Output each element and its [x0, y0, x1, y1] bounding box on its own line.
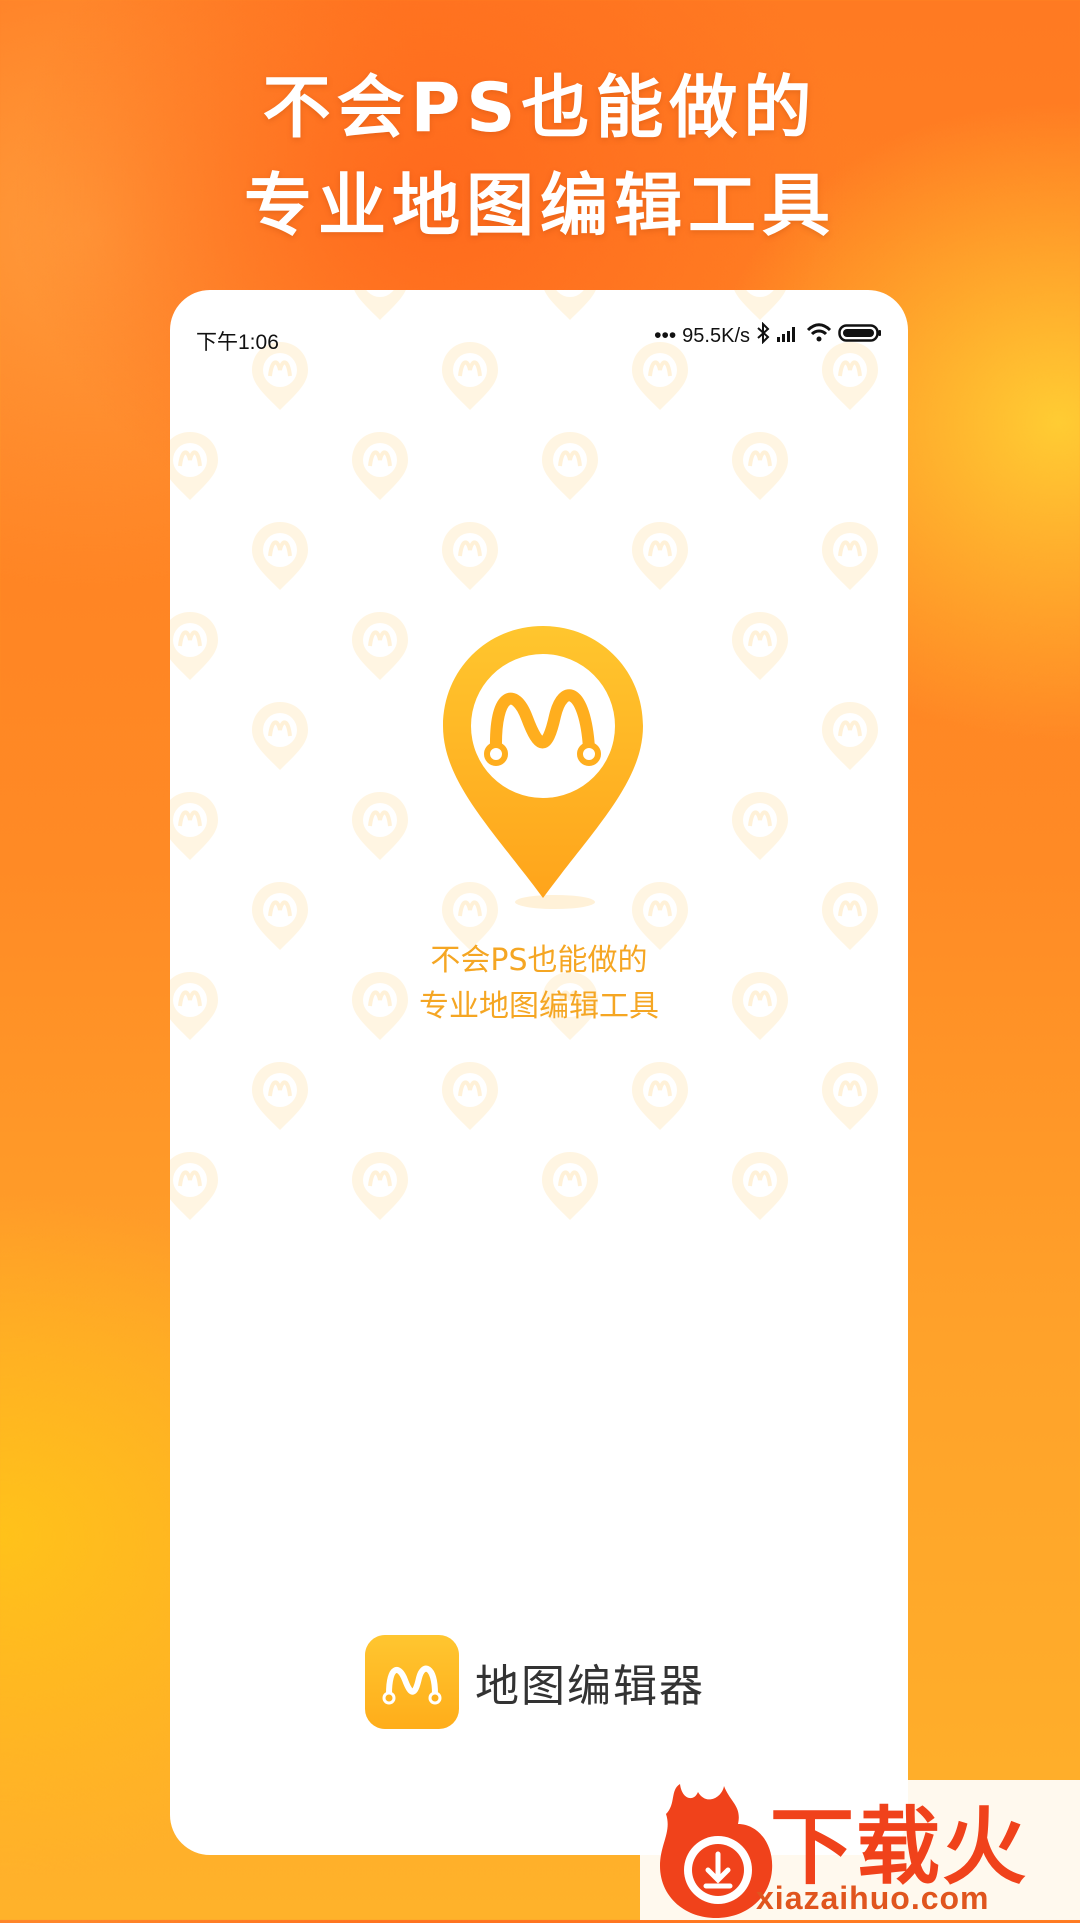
status-bar: 下午1:06 ••• 95.5K/s [170, 290, 908, 354]
status-indicators: ••• 95.5K/s [654, 321, 882, 350]
promo-headline-line2: 专业地图编辑工具 [243, 167, 836, 246]
splash-tagline-line2: 专业地图编辑工具 [419, 989, 659, 1024]
signal-dots: ••• [654, 324, 677, 347]
map-pin-logo-icon [423, 620, 663, 920]
app-name: 地图编辑器 [475, 1661, 705, 1712]
app-m-icon [365, 1635, 459, 1729]
phone-screen: 下午1:06 ••• 95.5K/s 不会PS也能做的 专业地图编辑工具 地图编… [170, 290, 908, 1855]
status-time: 下午1:06 [196, 331, 279, 354]
bluetooth-icon [756, 321, 770, 350]
splash-tagline: 不会PS也能做的 专业地图编辑工具 [170, 938, 908, 1030]
brand-lockup: 地图编辑器 [365, 1635, 705, 1729]
wifi-icon [806, 323, 832, 349]
battery-icon [838, 323, 882, 349]
cellular-signal-icon [776, 323, 800, 349]
promo-headline-line1: 不会PS也能做的 [262, 69, 818, 148]
watermark: 下载火 xiazaihuo.com [640, 1780, 1080, 1920]
promo-headline: 不会PS也能做的 专业地图编辑工具 [0, 60, 1080, 256]
splash-tagline-line1: 不会PS也能做的 [430, 943, 648, 978]
background-pattern [170, 290, 908, 1855]
watermark-url: xiazaihuo.com [756, 1880, 990, 1916]
network-speed: 95.5K/s [682, 324, 750, 347]
